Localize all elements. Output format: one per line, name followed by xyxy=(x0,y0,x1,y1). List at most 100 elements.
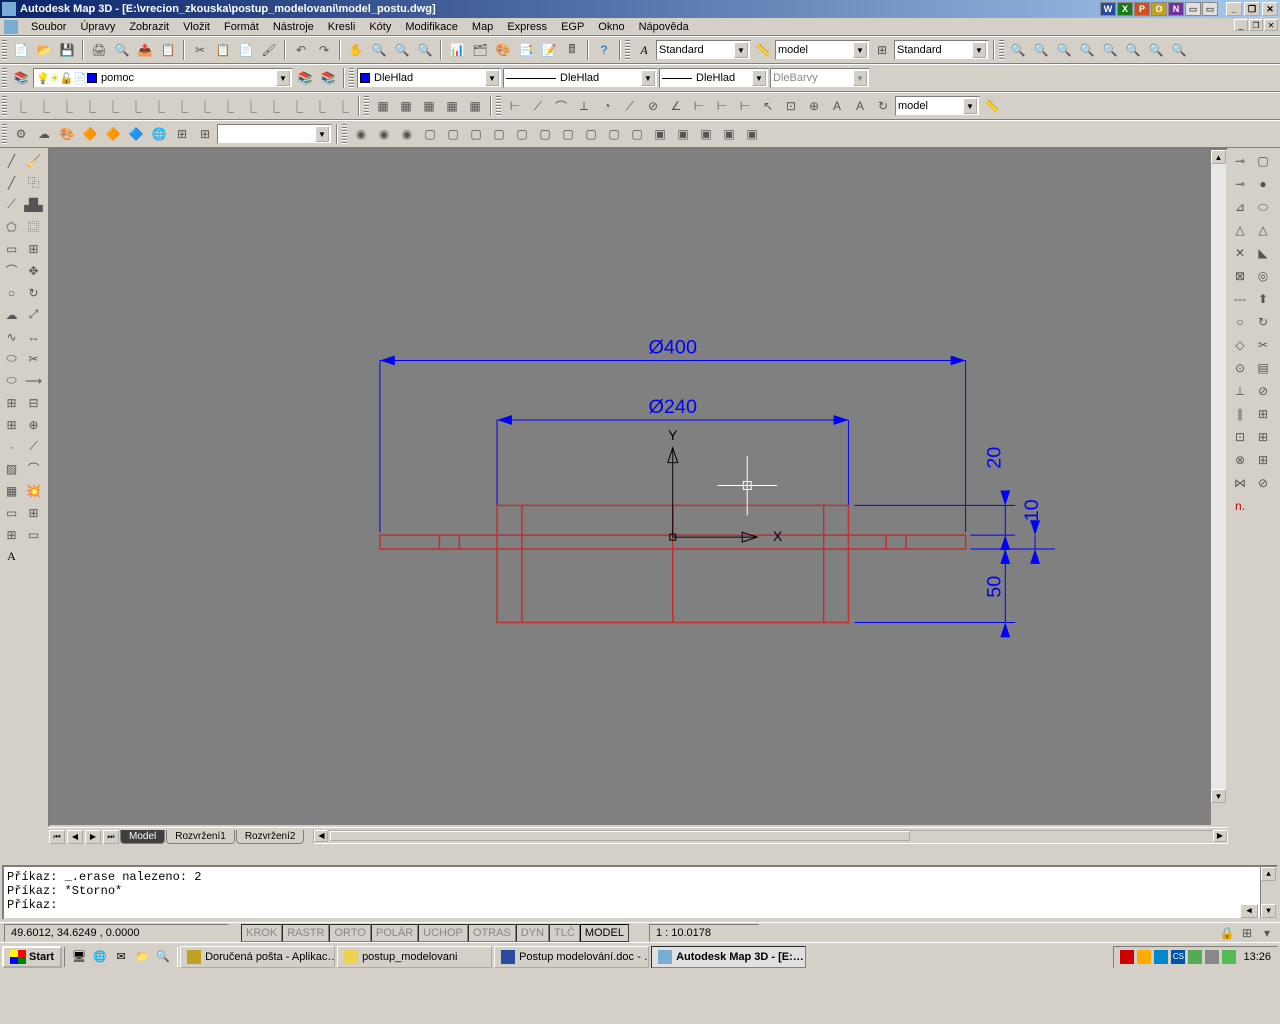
command-vscroll[interactable]: ▲▼ xyxy=(1260,867,1276,918)
minimize-button[interactable]: _ xyxy=(1226,2,1242,16)
osnap-tan[interactable]: ⊙ xyxy=(1229,357,1251,379)
break-button[interactable]: ⊟ xyxy=(23,392,44,413)
fillet-button[interactable]: ⌒ xyxy=(23,458,44,479)
zoom-rt-button[interactable]: 🔍 xyxy=(368,39,390,61)
osnap-ins[interactable]: ⊡ xyxy=(1229,426,1251,448)
circle-button[interactable]: ○ xyxy=(1,282,22,303)
layer-prev-button[interactable]: 📚 xyxy=(294,67,316,89)
wedge-button[interactable]: ◣ xyxy=(1252,242,1274,264)
ql-desktop[interactable]: 🖥 xyxy=(69,947,89,967)
table-button[interactable]: ⊞ xyxy=(1,524,22,545)
menu-zobrazit[interactable]: Zobrazit xyxy=(122,20,176,34)
solid-shell[interactable]: ▣ xyxy=(718,123,740,145)
setup-prof-button[interactable]: ⊞ xyxy=(1252,449,1274,471)
rectangle-button[interactable]: ▭ xyxy=(1,238,22,259)
mdi-minimize[interactable]: _ xyxy=(1234,19,1248,31)
menu-okno[interactable]: Okno xyxy=(591,20,631,34)
offset-button[interactable]: ⿴ xyxy=(23,216,44,237)
toggle-tlc[interactable]: TLČ xyxy=(549,924,580,942)
interfere-button[interactable]: ⊘ xyxy=(1252,380,1274,402)
tab-prev[interactable]: ◀ xyxy=(67,830,83,844)
point-button[interactable]: · xyxy=(1,436,22,457)
osnap-temp[interactable]: ⊸ xyxy=(1229,150,1251,172)
tray-2[interactable] xyxy=(1137,950,1151,964)
tab-model[interactable]: Model xyxy=(120,830,165,844)
solid-color-face[interactable]: ▢ xyxy=(580,123,602,145)
pline-button[interactable]: ⟋ xyxy=(1,194,22,215)
ellipse-button[interactable]: ⬭ xyxy=(1,348,22,369)
tray-5[interactable] xyxy=(1205,950,1219,964)
plot-button[interactable]: 📋 xyxy=(157,39,179,61)
ucs-4[interactable]: ⎿ xyxy=(79,95,101,117)
solid-separate[interactable]: ▣ xyxy=(695,123,717,145)
linetype-combo[interactable]: DleHlad▼ xyxy=(503,68,658,88)
solid-subtract[interactable]: ◉ xyxy=(373,123,395,145)
zoom-win-button[interactable]: 🔍 xyxy=(391,39,413,61)
restore-button[interactable]: ❐ xyxy=(1244,2,1260,16)
view-4[interactable]: ▦ xyxy=(441,95,463,117)
revolve-button[interactable]: ↻ xyxy=(1252,311,1274,333)
toggle-orto[interactable]: ORTO xyxy=(329,924,370,942)
ucs-7[interactable]: ⎿ xyxy=(148,95,170,117)
close-button[interactable]: ✕ xyxy=(1262,2,1278,16)
line-button[interactable]: ╱ xyxy=(1,150,22,171)
solid-move-face[interactable]: ▢ xyxy=(442,123,464,145)
task-outlook[interactable]: Doručená pošta - Aplikac… xyxy=(180,946,335,968)
menu-express[interactable]: Express xyxy=(500,20,554,34)
hatch-button[interactable]: ▨ xyxy=(1,458,22,479)
new-button[interactable]: 📄 xyxy=(10,39,32,61)
zoom-all-button[interactable]: 🔍 xyxy=(1030,39,1052,61)
mtext-button[interactable]: A xyxy=(1,546,22,567)
save-button[interactable]: 💾 xyxy=(56,39,78,61)
menu-vlozit[interactable]: Vložit xyxy=(176,20,217,34)
osnap-per[interactable]: ⊥ xyxy=(1229,380,1251,402)
textstyle-combo[interactable]: Standard▼ xyxy=(656,40,751,60)
color-combo[interactable]: DleHlad▼ xyxy=(357,68,502,88)
section-button[interactable]: ▤ xyxy=(1252,357,1274,379)
dim-tolerance[interactable]: ⊡ xyxy=(780,95,802,117)
cylinder-button[interactable]: ⬭ xyxy=(1252,196,1274,218)
menu-koty[interactable]: Kóty xyxy=(362,20,398,34)
tablestyle-icon[interactable]: ⊞ xyxy=(871,39,893,61)
stretch-button[interactable]: ↔ xyxy=(23,326,44,347)
dimstyle-combo2[interactable]: model▼ xyxy=(895,96,980,116)
layer-states-button[interactable]: 📚 xyxy=(317,67,339,89)
osnap-near[interactable]: ⋈ xyxy=(1229,472,1251,494)
redo-button[interactable]: ↷ xyxy=(313,39,335,61)
tray-word-icon[interactable]: W xyxy=(1100,2,1116,16)
print-button[interactable]: 🖨 xyxy=(88,39,110,61)
explode-button[interactable]: 💥 xyxy=(23,480,44,501)
zoom-extents-button[interactable]: 🔍 xyxy=(1007,39,1029,61)
dim-jogged[interactable]: ⟋ xyxy=(619,95,641,117)
dim-diameter[interactable]: ⊘ xyxy=(642,95,664,117)
ucs-6[interactable]: ⎿ xyxy=(125,95,147,117)
toggle-model[interactable]: MODEL xyxy=(580,924,629,942)
ql-outlook[interactable]: ✉ xyxy=(111,947,131,967)
dimstyle-combo[interactable]: model▼ xyxy=(775,40,870,60)
box-button[interactable]: ▢ xyxy=(1252,150,1274,172)
tray-excel-icon[interactable]: X xyxy=(1117,2,1133,16)
ucs-3[interactable]: ⎿ xyxy=(56,95,78,117)
ql-other1[interactable]: 📁 xyxy=(132,947,152,967)
osnap-from[interactable]: ⊸ xyxy=(1229,173,1251,195)
help-button[interactable]: ? xyxy=(593,39,615,61)
move-button[interactable]: ✥ xyxy=(23,260,44,281)
layer-combo[interactable]: 💡☀🔓📄 pomoc▼ xyxy=(33,68,293,88)
view-1[interactable]: ▦ xyxy=(372,95,394,117)
wipe-button[interactable]: ▭ xyxy=(23,524,44,545)
map-8[interactable]: ⊞ xyxy=(171,123,193,145)
toggle-polar[interactable]: POLÁR xyxy=(371,924,418,942)
map-4[interactable]: 🔶 xyxy=(79,123,101,145)
dim-edit[interactable]: A xyxy=(826,95,848,117)
view-2[interactable]: ▦ xyxy=(395,95,417,117)
region-button[interactable]: ▭ xyxy=(1,502,22,523)
map-6[interactable]: 🔷 xyxy=(125,123,147,145)
dim-aligned[interactable]: ⟋ xyxy=(527,95,549,117)
copy-button[interactable]: 📋 xyxy=(212,39,234,61)
solid-rotate-face[interactable]: ▢ xyxy=(511,123,533,145)
solid-intersect[interactable]: ◉ xyxy=(396,123,418,145)
map-2[interactable]: ☁ xyxy=(33,123,55,145)
menu-modifikace[interactable]: Modifikace xyxy=(398,20,465,34)
open-button[interactable]: 📂 xyxy=(33,39,55,61)
arc-button[interactable]: ⌒ xyxy=(1,260,22,281)
